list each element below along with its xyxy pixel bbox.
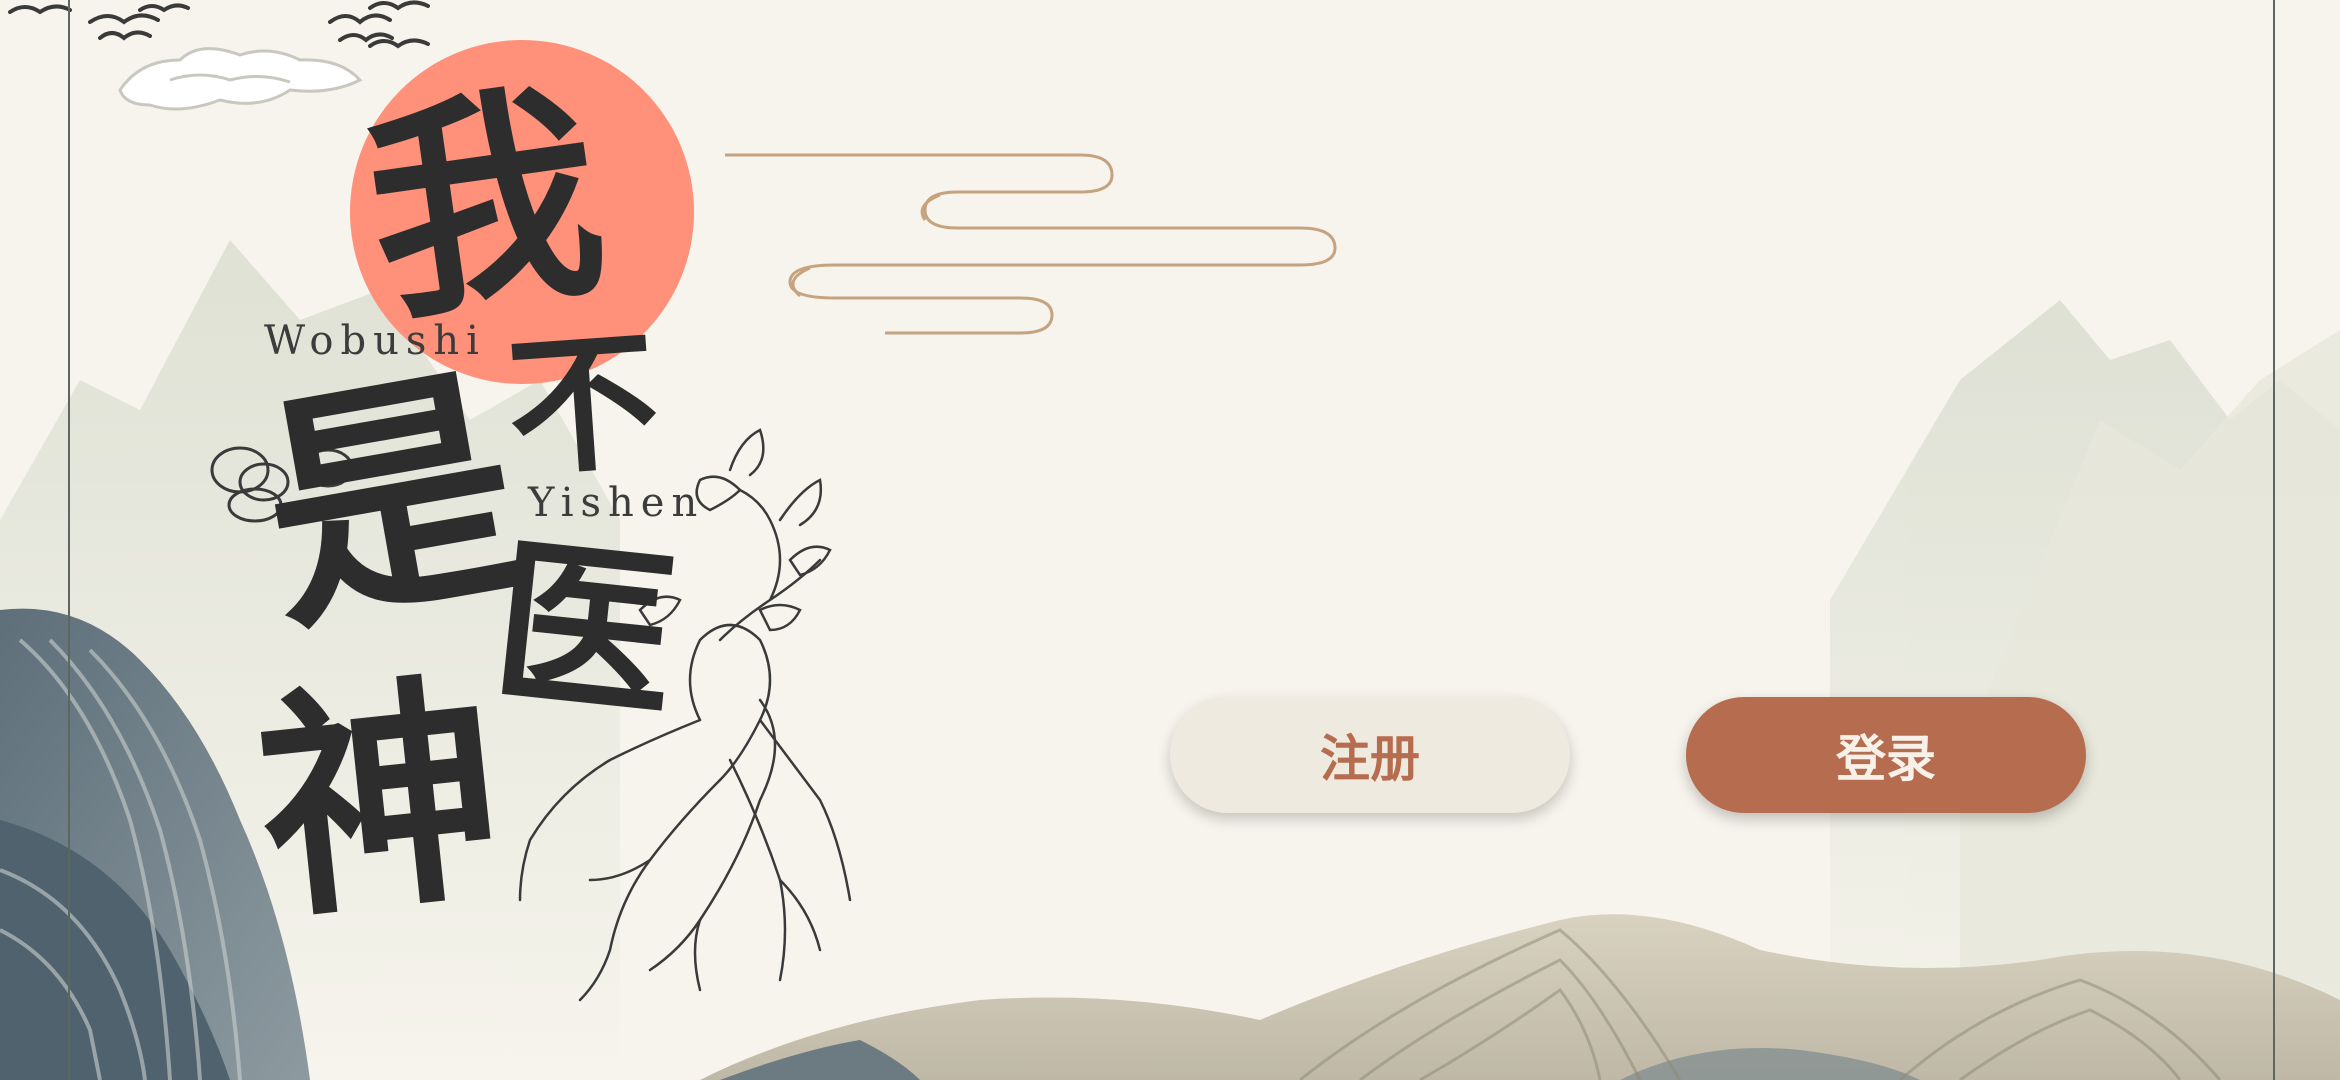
right-frame-line — [2273, 0, 2275, 1080]
splash-screen: 我 不 是 医 神 Wobushi Yishen 注册 登录 — [0, 0, 2340, 1080]
cloud-top-left — [118, 47, 363, 111]
line-clouds — [725, 153, 1337, 335]
title-char-4: 医 — [484, 515, 686, 744]
title-char-2: 不 — [502, 311, 664, 499]
title-latin-top: Wobushi — [264, 318, 486, 364]
left-frame-line — [68, 0, 70, 1080]
title-char-3: 是 — [241, 333, 539, 667]
title-latin-bottom: Yishen — [528, 480, 705, 526]
register-button[interactable]: 注册 — [1170, 697, 1570, 813]
login-button[interactable]: 登录 — [1686, 697, 2086, 813]
title-char-1: 我 — [352, 55, 618, 355]
birds — [8, 0, 430, 49]
title-char-5: 神 — [245, 647, 515, 953]
